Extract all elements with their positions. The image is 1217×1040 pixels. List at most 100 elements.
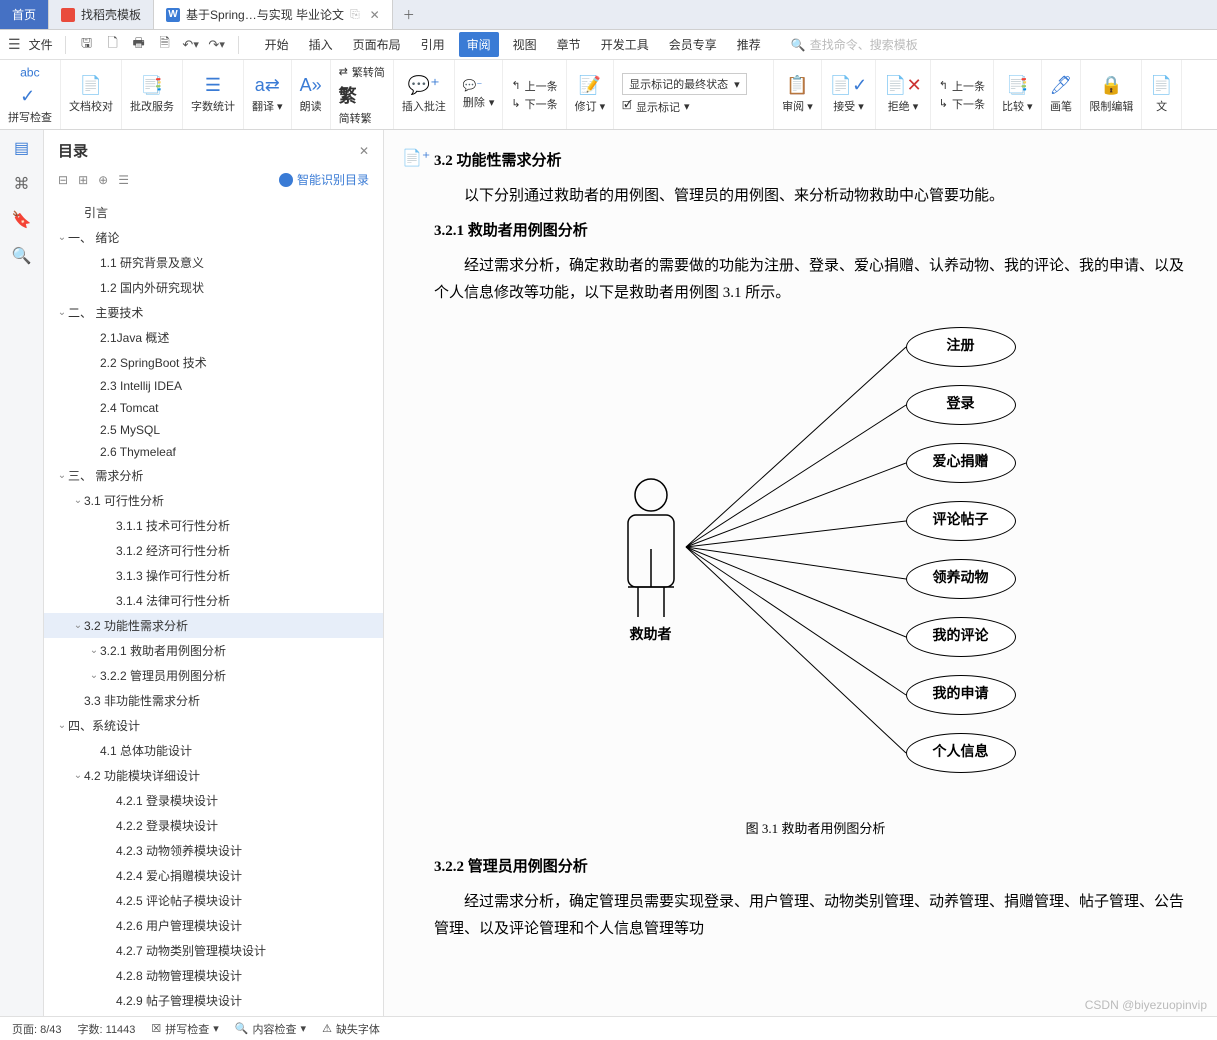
track-button[interactable]: 📝 修订 ▾	[567, 60, 615, 129]
outline-item[interactable]: ⌄4.2.6 用户管理模块设计	[44, 913, 383, 938]
batch-button[interactable]: 📑 批改服务	[122, 60, 183, 129]
status-contentcheck[interactable]: 🔍内容检查 ▾	[235, 1021, 306, 1037]
doc-position-icon[interactable]: 📄⁺	[402, 148, 430, 168]
outline-item[interactable]: ⌄2.6 Thymeleaf	[44, 441, 383, 463]
next-comment-button[interactable]: ↳下一条	[511, 96, 557, 112]
pen-button[interactable]: 🖊 画笔	[1042, 60, 1082, 129]
menu-recommend[interactable]: 推荐	[731, 36, 767, 53]
show-marks-button[interactable]: 🗹显示标记 ▾	[622, 97, 689, 116]
outline-item[interactable]: ⌄3.1.2 经济可行性分析	[44, 538, 383, 563]
outline-item[interactable]: ⌄2.2 SpringBoot 技术	[44, 350, 383, 375]
outline-item[interactable]: ⌄4.2.5 评论帖子模块设计	[44, 888, 383, 913]
doc-more-button[interactable]: 📄 文	[1142, 60, 1181, 129]
outline-icon[interactable]: ▤	[12, 138, 32, 158]
search-icon[interactable]: 🔍	[12, 246, 32, 266]
menu-chapter[interactable]: 章节	[551, 36, 587, 53]
outline-item[interactable]: ⌄4.2.1 登录模块设计	[44, 788, 383, 813]
search-box[interactable]: 🔍 查找命令、搜索模板	[791, 36, 931, 53]
new-tab-button[interactable]: ＋	[393, 0, 425, 29]
outline-item[interactable]: ⌄4.2 功能模块详细设计	[44, 763, 383, 788]
outline-item[interactable]: ⌄3.1 可行性分析	[44, 488, 383, 513]
prev-change-button[interactable]: ↰上一条	[939, 78, 985, 94]
accept-button[interactable]: 📄✓ 接受 ▾	[822, 60, 877, 129]
outline-item[interactable]: ⌄3.1.1 技术可行性分析	[44, 513, 383, 538]
menu-devtools[interactable]: 开发工具	[595, 36, 655, 53]
outline-item[interactable]: ⌄3.2.1 救助者用例图分析	[44, 638, 383, 663]
restrict-button[interactable]: 🔒 限制编辑	[1081, 60, 1142, 129]
track-display-dropdown[interactable]: 显示标记的最终状态▾	[622, 73, 747, 95]
print-icon[interactable]: 🖶	[130, 36, 148, 54]
outline-item[interactable]: ⌄三、 需求分析	[44, 463, 383, 488]
outline-item[interactable]: ⌄二、 主要技术	[44, 300, 383, 325]
menu-reference[interactable]: 引用	[415, 36, 451, 53]
next-change-button[interactable]: ↳下一条	[939, 96, 985, 112]
tc-big-button[interactable]: 繁	[339, 82, 357, 108]
menu-vip[interactable]: 会员专享	[663, 36, 723, 53]
nav-icon[interactable]: ⌘	[12, 174, 32, 194]
delete-button[interactable]: 💬⁻	[463, 79, 483, 92]
chevron-down-icon[interactable]: ⌄	[88, 645, 100, 656]
file-menu[interactable]: 文件	[29, 36, 53, 53]
compare-button[interactable]: 📑 比较 ▾	[994, 60, 1042, 129]
translate-button[interactable]: a⇄ 翻译 ▾	[244, 60, 292, 129]
chevron-down-icon[interactable]: ⌄	[72, 770, 84, 781]
tab-extras-icon[interactable]: ⎘	[350, 7, 360, 22]
outline-item[interactable]: ⌄4.2.2 登录模块设计	[44, 813, 383, 838]
outline-item[interactable]: ⌄3.1.3 操作可行性分析	[44, 563, 383, 588]
add-icon[interactable]: ⊕	[98, 173, 108, 187]
close-icon[interactable]: ✕	[370, 8, 380, 22]
bookmark-icon[interactable]: 🔖	[12, 210, 32, 230]
chevron-down-icon[interactable]: ⌄	[72, 495, 84, 506]
menu-view[interactable]: 视图	[507, 36, 543, 53]
read-button[interactable]: A» 朗读	[292, 60, 331, 129]
expand-icon[interactable]: ⊞	[78, 173, 88, 187]
outline-item[interactable]: ⌄2.5 MySQL	[44, 419, 383, 441]
collapse-icon[interactable]: ⊟	[58, 173, 68, 187]
status-page[interactable]: 页面: 8/43	[12, 1021, 62, 1037]
saveas-icon[interactable]: 🗋	[104, 36, 122, 54]
document-area[interactable]: 📄⁺ 3.2 功能性需求分析 以下分别通过救助者的用例图、管理员的用例图、来分析…	[384, 130, 1217, 1020]
menu-pagelayout[interactable]: 页面布局	[347, 36, 407, 53]
menu-start[interactable]: 开始	[259, 36, 295, 53]
hamburger-icon[interactable]: ☰	[8, 36, 21, 53]
undo-icon[interactable]: ↶▾	[182, 36, 200, 54]
prev-comment-button[interactable]: ↰上一条	[511, 78, 557, 94]
chevron-down-icon[interactable]: ⌄	[56, 470, 68, 481]
tc-to-sc-button[interactable]: 简转繁	[339, 110, 372, 126]
outline-item[interactable]: ⌄3.3 非功能性需求分析	[44, 688, 383, 713]
chevron-down-icon[interactable]: ⌄	[56, 720, 68, 731]
outline-item[interactable]: ⌄一、 绪论	[44, 225, 383, 250]
outline-item[interactable]: ⌄2.4 Tomcat	[44, 397, 383, 419]
outline-item[interactable]: ⌄4.2.4 爱心捐赠模块设计	[44, 863, 383, 888]
outline-item[interactable]: ⌄4.2.3 动物领养模块设计	[44, 838, 383, 863]
wordcount-button[interactable]: ☰ 字数统计	[183, 60, 244, 129]
outline-item[interactable]: ⌄4.1 总体功能设计	[44, 738, 383, 763]
status-spellcheck[interactable]: ☒拼写检查 ▾	[151, 1021, 218, 1037]
outline-item[interactable]: ⌄3.1.4 法律可行性分析	[44, 588, 383, 613]
spellcheck-button[interactable]: ᵃᵇᶜ✓ 拼写检查	[0, 60, 61, 129]
save-icon[interactable]: 🖫	[78, 36, 96, 54]
outline-item[interactable]: ⌄四、系统设计	[44, 713, 383, 738]
docproof-button[interactable]: 📄 文档校对	[61, 60, 122, 129]
outline-item[interactable]: ⌄2.1Java 概述	[44, 325, 383, 350]
smart-outline-button[interactable]: 智能识别目录	[279, 171, 369, 188]
outline-item[interactable]: ⌄2.3 Intellij IDEA	[44, 375, 383, 397]
menu-insert[interactable]: 插入	[303, 36, 339, 53]
outline-item[interactable]: ⌄4.2.9 帖子管理模块设计	[44, 988, 383, 1013]
outline-item[interactable]: ⌄4.2.8 动物管理模块设计	[44, 963, 383, 988]
more-icon[interactable]: ☰	[118, 173, 129, 187]
outline-item[interactable]: ⌄4.2.7 动物类别管理模块设计	[44, 938, 383, 963]
tab-home[interactable]: 首页	[0, 0, 49, 29]
status-missing-font[interactable]: ⚠缺失字体	[322, 1021, 380, 1037]
review-button[interactable]: 📋 审阅 ▾	[774, 60, 822, 129]
sc-to-tc-button[interactable]: ⇄繁转简	[339, 64, 385, 80]
outline-item[interactable]: ⌄1.2 国内外研究现状	[44, 275, 383, 300]
close-icon[interactable]: ✕	[359, 144, 369, 158]
tab-document[interactable]: W 基于Spring…与实现 毕业论文 ⎘ ✕	[154, 0, 393, 29]
insert-comment-button[interactable]: 💬⁺ 插入批注	[394, 60, 455, 129]
chevron-down-icon[interactable]: ⌄	[56, 232, 68, 243]
preview-icon[interactable]: 🗎	[156, 36, 174, 54]
menu-review[interactable]: 审阅	[459, 32, 499, 57]
reject-button[interactable]: 📄✕ 拒绝 ▾	[876, 60, 931, 129]
outline-item[interactable]: ⌄1.1 研究背景及意义	[44, 250, 383, 275]
